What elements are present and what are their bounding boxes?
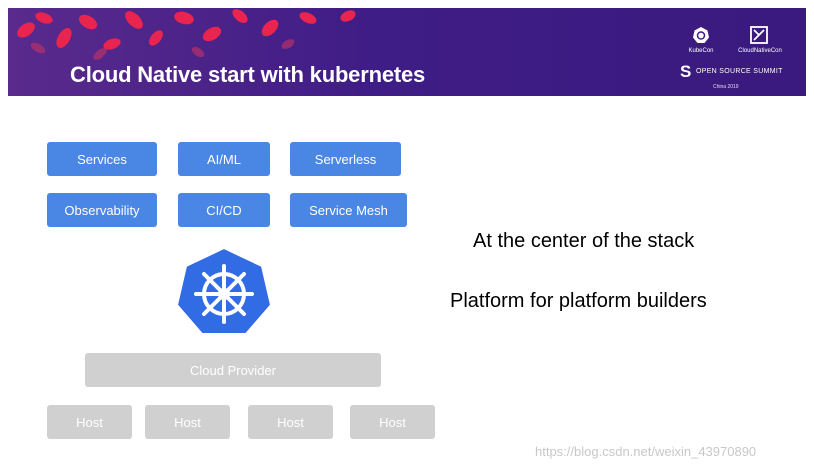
watermark: https://blog.csdn.net/weixin_43970890 [535,444,757,459]
statement-center-of-stack: At the center of the stack [473,230,695,252]
leaves-decoration-icon [17,9,356,60]
region-label: China 2019 [713,84,739,90]
cloudnativecon-icon [750,26,768,44]
layer-service-mesh: Service Mesh [290,193,407,227]
statement-platform-builders: Platform for platform builders [450,290,707,312]
kubernetes-helm-icon [175,246,273,335]
layer-services: Services [47,142,157,176]
oss-logo-icon: S [680,62,692,81]
header-banner: Cloud Native start with kubernetes KubeC… [8,8,806,96]
layer-cloud-provider: Cloud Provider [85,353,381,387]
kubecon-label: KubeCon [688,48,714,54]
open-source-summit-label: OPEN SOURCE SUMMIT [696,68,783,75]
host-3: Host [248,405,333,439]
kubecon-icon [693,27,709,43]
host-2: Host [145,405,230,439]
host-4: Host [350,405,435,439]
layer-observability: Observability [47,193,157,227]
host-1: Host [47,405,132,439]
layer-ai-ml: AI/ML [178,142,270,176]
layer-serverless: Serverless [290,142,401,176]
layer-ci-cd: CI/CD [178,193,270,227]
cloudnativecon-label: CloudNativeCon [738,48,782,54]
banner-title: Cloud Native start with kubernetes [70,62,426,87]
